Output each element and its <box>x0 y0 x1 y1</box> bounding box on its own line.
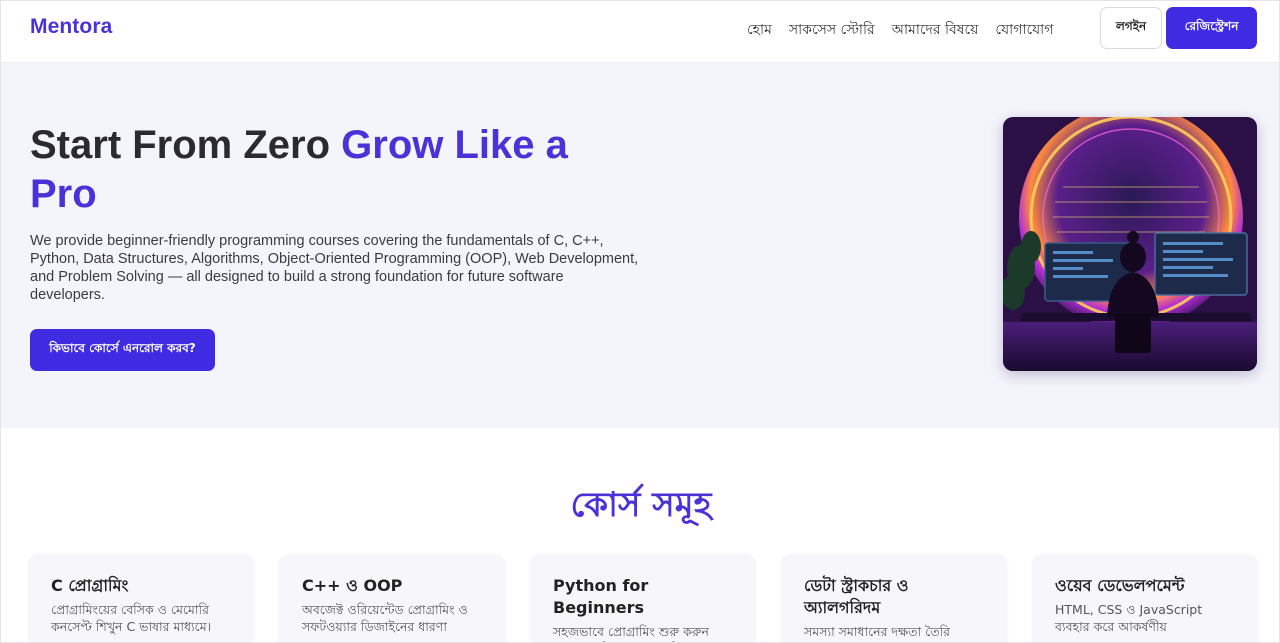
course-card-web[interactable]: ওয়েব ডেভেলপমেন্ট HTML, CSS ও JavaScript… <box>1032 554 1258 642</box>
hero-title: Start From Zero Grow Like a Pro <box>30 121 630 219</box>
course-card-c[interactable]: C প্রোগ্রামিং প্রোগ্রামিংয়ের বেসিক ও মে… <box>28 554 254 642</box>
courses-section-title: কোর্স সমূহ <box>570 485 712 525</box>
main-nav: হোম সাকসেস স্টোরি আমাদের বিষয়ে যোগাযোগ <box>747 18 1053 42</box>
register-button[interactable]: রেজিস্ট্রেশন <box>1166 7 1257 49</box>
course-card-title: ওয়েব ডেভেলপমেন্ট <box>1055 576 1185 595</box>
login-button[interactable]: লগইন <box>1100 7 1162 49</box>
nav-about[interactable]: আমাদের বিষয়ে <box>892 18 979 42</box>
course-card-description: HTML, CSS ও JavaScript ব্যবহার করে আকর্ষ… <box>1055 602 1203 634</box>
course-cards: C প্রোগ্রামিং প্রোগ্রামিংয়ের বেসিক ও মে… <box>28 554 1258 642</box>
course-card-title: C++ ও OOP <box>302 576 403 595</box>
logo[interactable]: Mentora <box>30 15 112 39</box>
course-card-title: C প্রোগ্রামিং <box>51 576 129 595</box>
course-card-cpp[interactable]: C++ ও OOP অবজেক্ট ওরিয়েন্টেড প্রোগ্রামি… <box>279 554 505 642</box>
nav-contact[interactable]: যোগাযোগ <box>995 18 1053 42</box>
page: Mentora হোম সাকসেস স্টোরি আমাদের বিষয়ে … <box>0 0 1280 643</box>
course-card-description: সহজভাবে প্রোগ্রামিং শুরু করুন Python দিয… <box>553 624 709 642</box>
hero-section: Start From Zero Grow Like a Pro We provi… <box>1 63 1279 428</box>
site-header: Mentora হোম সাকসেস স্টোরি আমাদের বিষয়ে … <box>1 1 1279 63</box>
course-card-title: Python for Beginners <box>553 576 649 617</box>
course-card-dsa[interactable]: ডেটা স্ট্রাকচার ও অ্যালগরিদম সমস্যা সমাধ… <box>781 554 1007 642</box>
course-card-python[interactable]: Python for Beginners সহজভাবে প্রোগ্রামিং… <box>530 554 756 642</box>
nav-success-stories[interactable]: সাকসেস স্টোরি <box>789 18 875 42</box>
hero-title-main: Start From Zero <box>30 123 342 167</box>
hero-illustration <box>1003 117 1257 371</box>
nav-home[interactable]: হোম <box>747 18 772 42</box>
programmer-illustration-image <box>1003 117 1257 371</box>
hero-description: We provide beginner-friendly programming… <box>30 233 639 303</box>
course-card-title: ডেটা স্ট্রাকচার ও অ্যালগরিদম <box>804 576 909 617</box>
course-card-description: প্রোগ্রামিংয়ের বেসিক ও মেমোরি কনসেপ্ট শ… <box>51 602 212 634</box>
enroll-guide-button[interactable]: কিভাবে কোর্সে এনরোল করব? <box>30 329 215 371</box>
course-card-description: অবজেক্ট ওরিয়েন্টেড প্রোগ্রামিং ও সফটওয়… <box>302 602 468 634</box>
course-card-description: সমস্যা সমাধানের দক্ষতা তৈরি <box>804 624 951 639</box>
